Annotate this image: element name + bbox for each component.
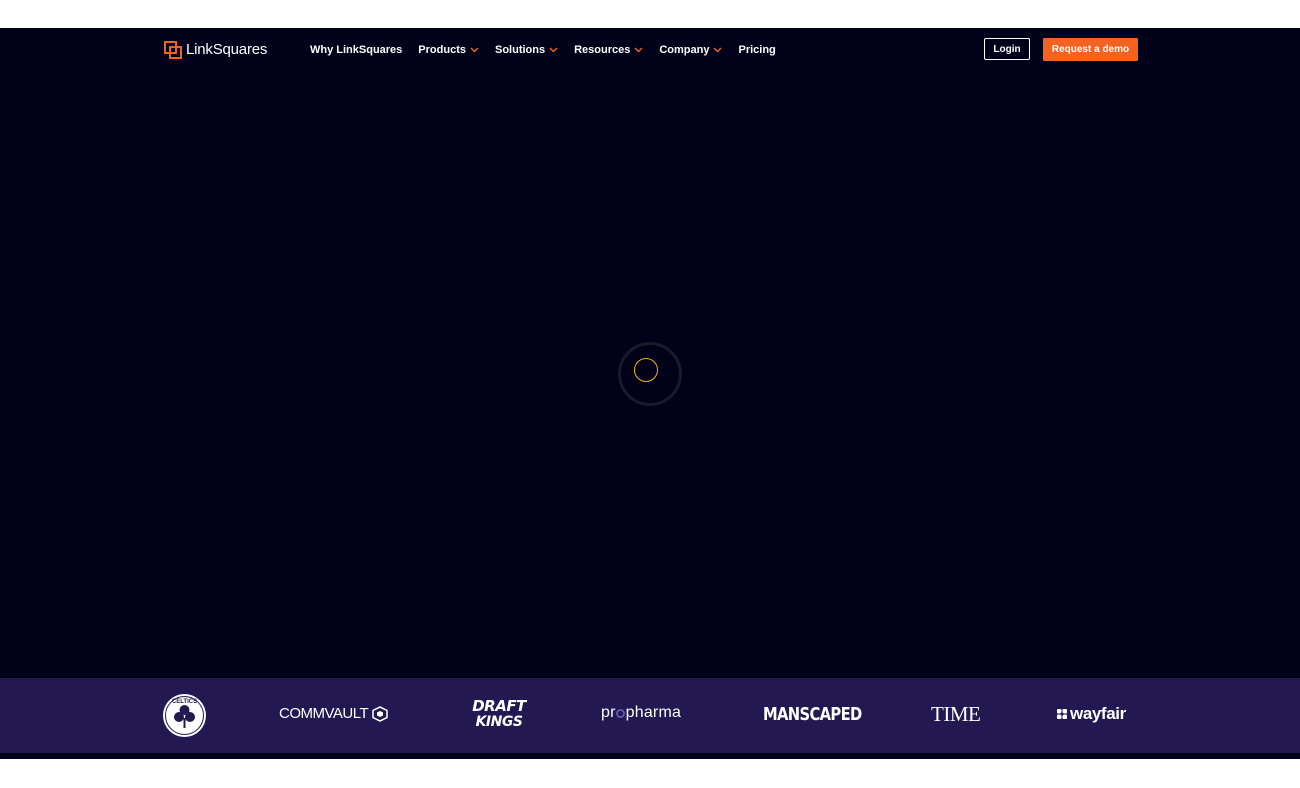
request-demo-button[interactable]: Request a demo [1043,38,1138,61]
login-button[interactable]: Login [984,38,1030,60]
propharma-o-icon [616,709,626,718]
propharma-logo: pr pharma [601,704,681,722]
draftkings-text-line2: KINGS [475,714,523,730]
chevron-down-icon [470,47,479,53]
time-logo: TIME [931,702,981,727]
chevron-down-icon [549,47,558,53]
manscaped-logo: MANSCAPED [763,704,862,725]
chevron-down-icon [713,47,722,53]
nav-item-why-linksquares[interactable]: Why LinkSquares [310,44,402,56]
celtics-clover-icon: CELTICS [163,694,206,737]
draftkings-logo: DRAFT KINGS [466,698,532,734]
nav-item-label: Why LinkSquares [310,44,403,56]
wayfair-logo: wayfair [1056,704,1126,724]
logo-text: LinkSquares [186,41,268,58]
commvault-cube-icon [372,705,388,722]
celtics-text: CELTICS [172,699,197,705]
nav-item-pricing[interactable]: Pricing [738,44,775,56]
nav-item-label: Company [659,44,710,56]
manscaped-text: MANSCAPED [763,704,862,725]
wayfair-pinwheel-icon [1057,709,1067,719]
nav-item-company[interactable]: Company [659,44,722,56]
nav-item-products[interactable]: Products [418,44,479,56]
celtics-logo: CELTICS [162,693,207,738]
linksquares-logo-icon [164,41,182,59]
nav-item-label: Resources [574,44,631,56]
loading-spinner-ring [634,358,658,382]
propharma-text-b: pharma [625,704,682,721]
commvault-text: COMMVAULT [279,705,369,722]
nav-item-solutions[interactable]: Solutions [495,44,558,56]
draftkings-text-line1: DRAFT [472,697,526,715]
top-navigation: LinkSquares Why LinkSquares Products Sol… [0,28,1300,72]
nav-item-resources[interactable]: Resources [574,44,643,56]
wayfair-text: wayfair [1070,704,1126,723]
page-background: LinkSquares Why LinkSquares Products Sol… [0,28,1300,759]
nav-item-label: Solutions [494,44,546,56]
nav-item-label: Products [418,44,466,56]
customer-logo-strip: CELTICS COMMVAULT DRAFT KINGS pr pharma … [0,678,1300,753]
linksquares-logo[interactable]: LinkSquares [164,40,267,60]
nav-item-label: Pricing [738,44,776,56]
time-text: TIME [931,702,981,726]
commvault-logo: COMMVAULT [279,705,388,722]
propharma-text-a: pr [601,704,616,721]
loading-spinner-icon [618,342,682,406]
chevron-down-icon [634,47,643,53]
main-menu: Why LinkSquares Products Solutions Resou… [310,42,792,58]
